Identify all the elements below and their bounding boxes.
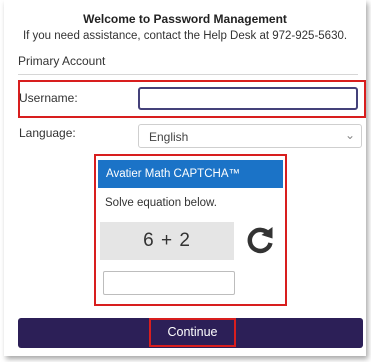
captcha-instruction: Solve equation below. — [105, 197, 217, 209]
help-desk-notice: If you need assistance, contact the Help… — [22, 30, 348, 42]
captcha-title: Avatier Math CAPTCHA™ — [98, 160, 283, 188]
continue-label[interactable]: Continue — [149, 318, 236, 347]
language-label: Language: — [19, 126, 76, 140]
section-label-primary-account: Primary Account — [18, 54, 106, 68]
language-selected-value: English — [149, 130, 189, 144]
page-title: Welcome to Password Management — [83, 12, 287, 26]
captcha-answer-input[interactable] — [103, 271, 235, 295]
refresh-icon[interactable] — [244, 224, 276, 256]
captcha-equation: 6 + 2 — [100, 222, 234, 260]
language-select[interactable]: English ⌄ — [138, 124, 362, 148]
password-management-panel: Welcome to Password Management If you ne… — [4, 0, 366, 356]
username-input[interactable] — [138, 87, 358, 110]
chevron-down-icon: ⌄ — [344, 128, 355, 142]
username-label: Username: — [19, 91, 78, 105]
section-divider — [18, 74, 358, 75]
